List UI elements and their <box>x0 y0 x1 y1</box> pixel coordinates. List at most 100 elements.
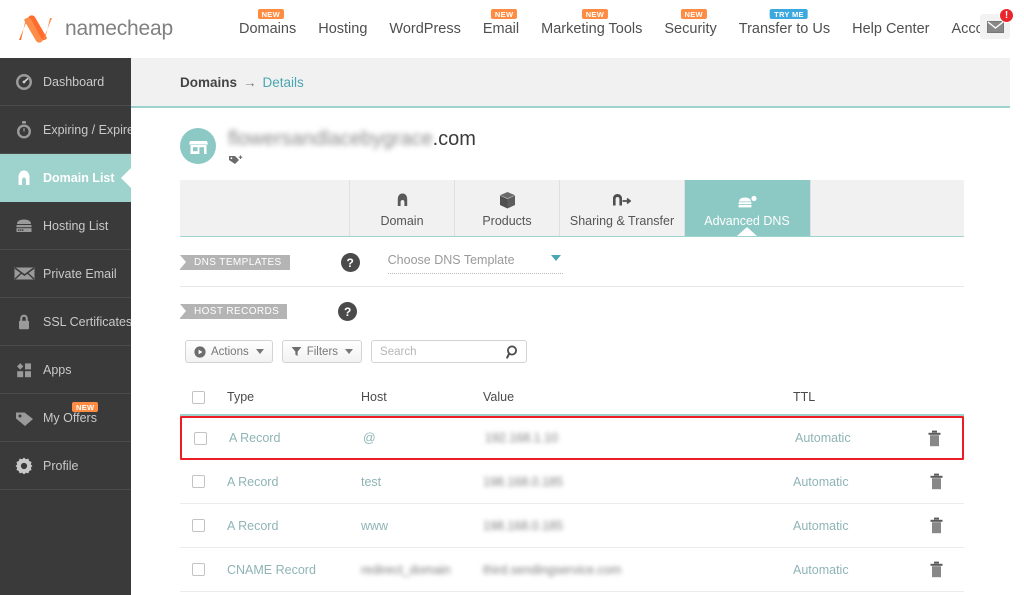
sidebar-item-label: Hosting List <box>43 219 108 233</box>
record-ttl: Automatic <box>793 519 908 533</box>
apps-grid-icon <box>13 359 35 381</box>
delete-record-button[interactable] <box>908 473 964 490</box>
record-value-cell: 198.168.0.185 <box>483 517 793 535</box>
host-records-section: HOST RECORDS ? <box>180 302 357 321</box>
table-row[interactable]: A Record test 198.168.0.185 Automatic <box>180 460 964 504</box>
delete-record-button[interactable] <box>906 430 962 447</box>
search-icon[interactable] <box>506 345 519 364</box>
nav-item-hosting[interactable]: Hosting <box>307 0 378 58</box>
home-icon <box>13 167 35 189</box>
table-row[interactable]: CNAME Record redirect_domain third.sendi… <box>180 548 964 592</box>
record-host: www <box>361 519 483 533</box>
dns-template-select[interactable]: Choose DNS Template <box>388 251 563 274</box>
top-header: namecheap NEW Domains Hosting WordPress … <box>0 0 1024 58</box>
breadcrumb-current[interactable]: Details <box>263 75 304 90</box>
row-checkbox[interactable] <box>194 432 207 445</box>
table-row[interactable]: A Record @ 192.168.1.10 Automatic <box>180 416 964 460</box>
search-input[interactable] <box>372 341 526 362</box>
record-type: A Record <box>207 431 363 445</box>
nav-item-marketing-tools[interactable]: NEW Marketing Tools <box>530 0 653 58</box>
brand-name: namecheap <box>65 17 173 41</box>
sidebar-item-my-offers[interactable]: My Offers NEW <box>0 394 131 442</box>
delete-record-button[interactable] <box>908 561 964 578</box>
column-header-type: Type <box>205 390 361 404</box>
sidebar-item-profile[interactable]: Profile <box>0 442 131 490</box>
table-row[interactable]: A Record www 198.168.0.185 Automatic <box>180 504 964 548</box>
record-type: CNAME Record <box>205 563 361 577</box>
domain-tabs: Domain Products Sharing & Transfer <box>180 180 964 237</box>
dns-templates-ribbon: DNS TEMPLATES <box>180 255 290 270</box>
trash-icon <box>929 517 944 534</box>
sidebar-item-apps[interactable]: Apps <box>0 346 131 394</box>
nav-item-help-center[interactable]: Help Center <box>841 0 940 58</box>
delete-record-button[interactable] <box>908 517 964 534</box>
dns-templates-help-icon[interactable]: ? <box>341 253 360 272</box>
nav-item-wordpress[interactable]: WordPress <box>378 0 471 58</box>
sidebar-item-private-email[interactable]: Private Email <box>0 250 131 298</box>
nav-badge: NEW <box>258 9 284 19</box>
nav-label: Help Center <box>852 21 929 37</box>
home-icon <box>394 188 411 210</box>
search-box[interactable] <box>371 340 527 363</box>
tab-domain[interactable]: Domain <box>350 180 455 236</box>
dns-template-value: Choose DNS Template <box>388 253 515 267</box>
actions-button[interactable]: Actions <box>185 340 273 363</box>
sidebar-item-label: SSL Certificates <box>43 315 132 329</box>
main-nav: NEW Domains Hosting WordPress NEW Email … <box>228 0 1015 58</box>
sidebar-item-ssl-certificates[interactable]: SSL Certificates <box>0 298 131 346</box>
sidebar-item-label: Profile <box>43 459 78 473</box>
tag-icon <box>13 407 35 429</box>
breadcrumb: Domains → Details <box>131 58 1010 108</box>
nav-item-domains[interactable]: NEW Domains <box>228 0 307 58</box>
record-ttl: Automatic <box>793 475 908 489</box>
row-checkbox[interactable] <box>192 519 205 532</box>
row-checkbox[interactable] <box>192 563 205 576</box>
filters-button[interactable]: Filters <box>282 340 362 363</box>
host-records-help-icon[interactable]: ? <box>338 302 357 321</box>
nav-item-transfer-to-us[interactable]: TRY ME Transfer to Us <box>728 0 841 58</box>
tab-label: Domain <box>380 214 423 228</box>
host-records-ribbon: HOST RECORDS <box>180 304 287 319</box>
main-content: Domains → Details flowersandlacebygrace.… <box>131 58 1024 595</box>
envelope-icon <box>987 21 1004 33</box>
sidebar-item-label: My Offers <box>43 411 97 425</box>
gear-icon <box>13 455 35 477</box>
nav-label: Email <box>483 21 519 37</box>
nav-item-security[interactable]: NEW Security <box>653 0 727 58</box>
stopwatch-icon <box>13 119 35 141</box>
record-value-cell: third.sendingservice.com <box>483 561 793 579</box>
tab-products[interactable]: Products <box>455 180 560 236</box>
filters-label: Filters <box>307 346 338 358</box>
record-value-cell: 198.168.0.185 <box>483 473 793 491</box>
sidebar-item-domain-list[interactable]: Domain List <box>0 154 131 202</box>
namecheap-logo-icon <box>14 14 58 44</box>
trash-icon <box>927 430 942 447</box>
row-checkbox[interactable] <box>192 475 205 488</box>
domain-name-redacted: flowersandlacebygrace <box>228 126 433 152</box>
brand-logo-link[interactable]: namecheap <box>14 14 214 44</box>
tab-label: Advanced DNS <box>704 214 789 228</box>
record-ttl: Automatic <box>793 563 908 577</box>
breadcrumb-separator: → <box>243 75 257 90</box>
record-value: 198.168.0.185 <box>483 519 563 533</box>
breadcrumb-root[interactable]: Domains <box>180 75 237 90</box>
table-header-row: Type Host Value TTL <box>180 380 964 416</box>
sidebar-item-expiring-expired[interactable]: Expiring / Expired <box>0 106 131 154</box>
funnel-icon <box>291 346 302 357</box>
nav-badge: TRY ME <box>770 9 808 19</box>
tab-sharing-transfer[interactable]: Sharing & Transfer <box>560 180 685 236</box>
nav-label: Hosting <box>318 21 367 37</box>
record-ttl: Automatic <box>795 431 906 445</box>
chevron-down-icon <box>256 349 264 354</box>
sidebar-item-dashboard[interactable]: Dashboard <box>0 58 131 106</box>
box-icon <box>499 188 516 210</box>
record-value: 192.168.1.10 <box>485 431 558 445</box>
sidebar-item-hosting-list[interactable]: Hosting List <box>0 202 131 250</box>
section-divider <box>180 286 964 287</box>
nav-label: Marketing Tools <box>541 21 642 37</box>
nav-item-email[interactable]: NEW Email <box>472 0 530 58</box>
sidebar: Dashboard Expiring / Expired Domain List <box>0 58 131 595</box>
select-all-checkbox[interactable] <box>192 391 205 404</box>
record-host: redirect_domain <box>361 563 451 577</box>
tab-advanced-dns[interactable]: Advanced DNS <box>685 180 810 236</box>
